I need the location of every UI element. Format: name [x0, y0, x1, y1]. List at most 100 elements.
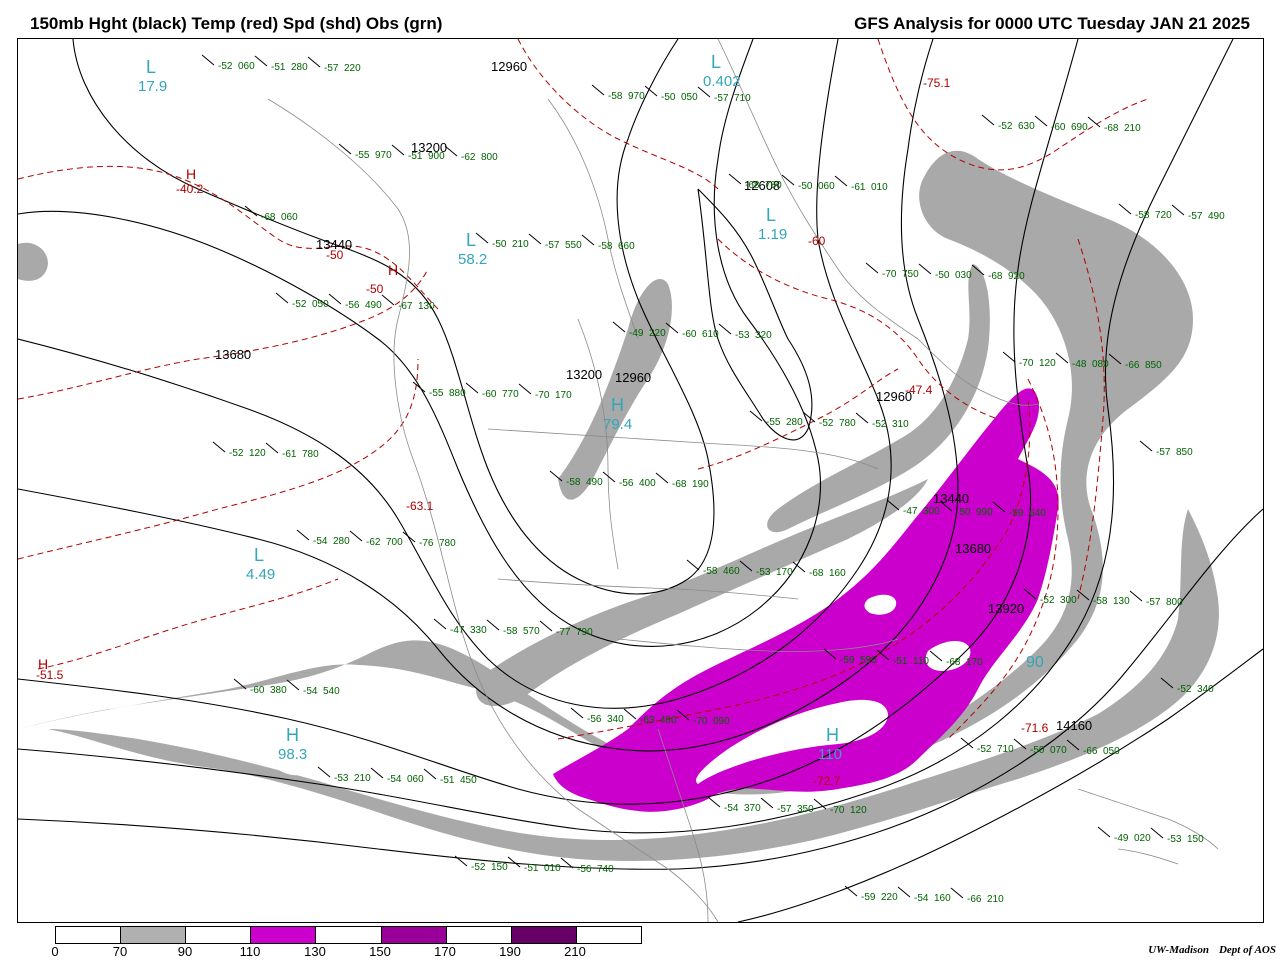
- temperature-label: -40.2: [176, 182, 204, 196]
- obs-temp: -50: [1030, 745, 1045, 756]
- obs-height: 340: [607, 714, 624, 725]
- obs-height: 130: [418, 301, 435, 312]
- wind-barb: [760, 797, 774, 809]
- obs-height: 690: [1071, 122, 1088, 133]
- obs-temp: -49: [629, 328, 644, 339]
- obs-temp: -68: [672, 479, 687, 490]
- wind-barb: [539, 620, 553, 632]
- temp-contour: [877, 39, 1149, 171]
- obs-temp: -54: [724, 803, 739, 814]
- height-label: 12960: [615, 370, 651, 385]
- obs-temp: -59: [840, 655, 855, 666]
- obs-temp: -57: [714, 93, 729, 104]
- obs-temp: -66: [967, 894, 982, 905]
- wind-barb: [1150, 827, 1164, 839]
- height-label: 14160: [1056, 718, 1092, 733]
- obs-temp: -52: [218, 61, 233, 72]
- obs-temp: -68: [261, 212, 276, 223]
- analysis-time: GFS Analysis for 0000 UTC Tuesday JAN 21…: [854, 14, 1250, 33]
- credit-org: UW-Madison: [1148, 944, 1209, 956]
- obs-height: 210: [512, 239, 529, 250]
- obs-height: 090: [713, 716, 730, 727]
- obs-height: 920: [1008, 271, 1025, 282]
- wind-barb: [317, 766, 331, 778]
- obs-height: 130: [1113, 596, 1130, 607]
- obs-height: 300: [923, 506, 940, 517]
- wind-barb: [844, 885, 858, 897]
- speed-center-marker: L: [766, 205, 776, 225]
- wind-barb: [728, 173, 742, 185]
- colorbar-tick: 130: [304, 944, 326, 959]
- temperature-label: -71.6: [1021, 721, 1049, 735]
- obs-temp: -50: [956, 507, 971, 518]
- wind-barb: [570, 707, 584, 719]
- temperature-label: -50: [326, 248, 344, 262]
- obs-height: 370: [744, 803, 761, 814]
- wind-barb: [707, 796, 721, 808]
- wind-barb: [1171, 204, 1185, 216]
- speed-colorbar: [55, 926, 642, 944]
- obs-height: 880: [449, 388, 466, 399]
- colorbar-segment: [316, 927, 382, 943]
- speed-center-value: 110: [818, 746, 842, 763]
- colorbar-tick: 210: [564, 944, 586, 959]
- height-contour: [18, 39, 821, 647]
- obs-temp: -56: [619, 478, 634, 489]
- obs-height: 160: [934, 893, 951, 904]
- temp-extreme-marker: H: [38, 656, 48, 672]
- obs-temp: -57: [777, 804, 792, 815]
- obs-temp: -51: [524, 863, 539, 874]
- wind-barb: [518, 383, 532, 395]
- colorbar-tick: 170: [434, 944, 456, 959]
- colorbar-segment: [56, 927, 122, 943]
- height-contour: [72, 39, 715, 595]
- wind-barb: [718, 323, 732, 335]
- temperature-label: -60: [808, 234, 826, 248]
- obs-height: 010: [871, 182, 888, 193]
- obs-height: 900: [428, 151, 445, 162]
- wind-barb: [1097, 826, 1111, 838]
- obs-temp: -52: [292, 299, 307, 310]
- speed-center-value: 1.19: [758, 226, 787, 243]
- obs-height: 850: [1176, 447, 1193, 458]
- speed-center-marker: H: [611, 395, 624, 415]
- obs-height: 010: [544, 863, 561, 874]
- height-label: 13680: [215, 347, 251, 362]
- obs-height: 800: [481, 152, 498, 163]
- obs-height: 330: [470, 625, 487, 636]
- obs-height: 050: [681, 92, 698, 103]
- obs-temp: -52: [872, 419, 887, 430]
- colorbar-segment: [446, 927, 512, 943]
- height-label: 13680: [955, 541, 991, 556]
- obs-temp: -61: [851, 182, 866, 193]
- speed-label: 90: [1026, 654, 1044, 671]
- colorbar-segment: [251, 927, 317, 943]
- obs-temp: -52: [998, 121, 1013, 132]
- obs-temp: -55: [429, 388, 444, 399]
- obs-height: 480: [660, 715, 677, 726]
- colorbar-segment: [186, 927, 252, 943]
- obs-height: 220: [344, 63, 361, 74]
- obs-temp: -66: [1125, 360, 1140, 371]
- colorbar-tick: 70: [112, 944, 128, 959]
- wind-barb: [834, 175, 848, 187]
- wind-barb: [591, 84, 605, 96]
- obs-temp: -51: [271, 62, 286, 73]
- obs-temp: -49: [1114, 833, 1129, 844]
- obs-height: 490: [586, 477, 603, 488]
- obs-temp: -57: [1156, 447, 1171, 458]
- temp-contour: [37, 578, 339, 670]
- wind-barb: [475, 232, 489, 244]
- wind-barb: [686, 559, 700, 571]
- speed-shade-plains-band: [558, 279, 672, 500]
- obs-temp: -55: [766, 417, 781, 428]
- obs-temp: -67: [398, 301, 413, 312]
- obs-temp: -58: [703, 566, 718, 577]
- speed-center-value: 79.4: [603, 416, 632, 433]
- wind-barb: [296, 529, 310, 541]
- speed-center-marker: L: [146, 57, 156, 77]
- obs-height: 050: [1103, 746, 1120, 757]
- obs-height: 780: [765, 180, 782, 191]
- obs-height: 490: [365, 300, 382, 311]
- boundary-line: [487, 428, 879, 470]
